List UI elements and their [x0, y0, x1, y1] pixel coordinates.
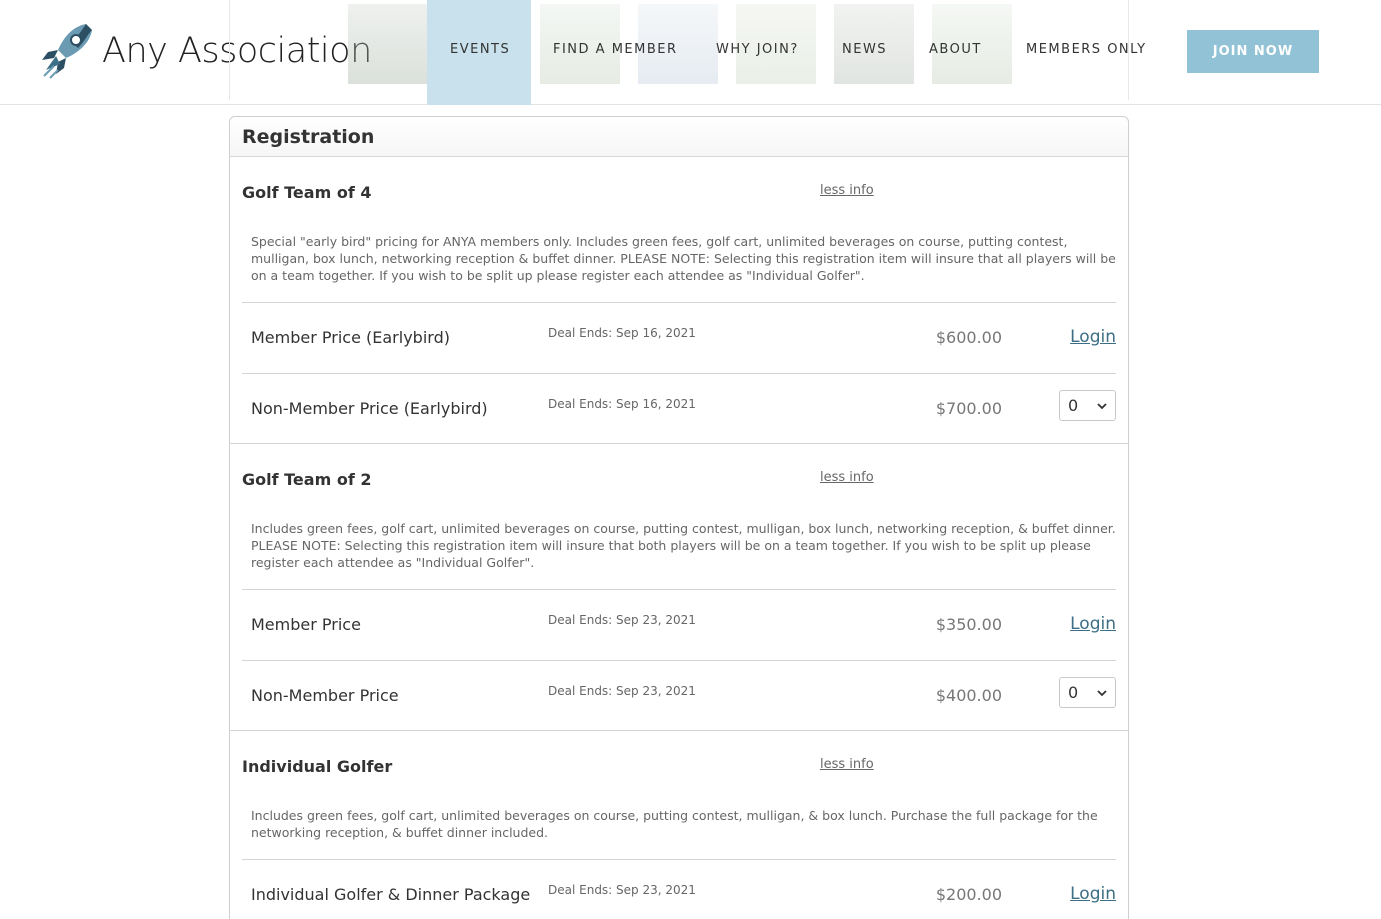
row-divider	[242, 859, 1116, 860]
registration-panel: Registration Golf Team of 4 less info Sp…	[229, 116, 1129, 919]
nav-events[interactable]: EVENTS	[450, 42, 510, 57]
deal-end-date: Deal Ends: Sep 16, 2021	[548, 397, 696, 411]
item-name: Non-Member Price	[251, 686, 399, 705]
item-price: $700.00	[935, 399, 1002, 418]
less-info-link[interactable]: less info	[820, 470, 874, 485]
logo[interactable]: Any Association	[38, 20, 372, 82]
login-link[interactable]: Login	[1070, 884, 1116, 904]
registration-section: Golf Team of 4 less info Special "early …	[230, 157, 1128, 444]
nav-find-a-member[interactable]: FIND A MEMBER	[553, 42, 678, 57]
logo-text: Any Association	[102, 31, 372, 71]
thumbnail-image	[348, 4, 428, 84]
item-price: $200.00	[935, 885, 1002, 904]
section-title: Individual Golfer	[242, 757, 393, 776]
row-divider	[242, 302, 1116, 303]
row-divider	[242, 589, 1116, 590]
item-name: Non-Member Price (Earlybird)	[251, 399, 488, 418]
nav-why-join[interactable]: WHY JOIN?	[716, 42, 799, 57]
quantity-select[interactable]: 0	[1059, 677, 1116, 708]
deal-end-date: Deal Ends: Sep 16, 2021	[548, 326, 696, 340]
row-divider	[242, 373, 1116, 374]
rocket-icon	[42, 24, 92, 79]
item-name: Individual Golfer & Dinner Package	[251, 885, 531, 904]
section-title: Golf Team of 2	[242, 470, 372, 489]
nav-news[interactable]: NEWS	[842, 42, 887, 57]
nav-about[interactable]: ABOUT	[929, 42, 982, 57]
chevron-down-icon	[1097, 402, 1107, 409]
deal-end-date: Deal Ends: Sep 23, 2021	[548, 684, 696, 698]
less-info-link[interactable]: less info	[820, 757, 874, 772]
panel-title: Registration	[242, 126, 375, 148]
item-price: $350.00	[935, 615, 1002, 634]
section-description: Includes green fees, golf cart, unlimite…	[251, 521, 1116, 570]
quantity-value: 0	[1068, 683, 1079, 702]
item-price: $400.00	[935, 686, 1002, 705]
registration-section: Individual Golfer less info Includes gre…	[230, 731, 1128, 919]
deal-end-date: Deal Ends: Sep 23, 2021	[548, 883, 696, 897]
item-name: Member Price	[251, 615, 361, 634]
row-divider	[242, 660, 1116, 661]
header-divider	[229, 0, 230, 100]
login-link[interactable]: Login	[1070, 614, 1116, 634]
nav-members-only[interactable]: MEMBERS ONLY	[1026, 42, 1147, 57]
panel-header: Registration	[230, 117, 1128, 157]
item-price: $600.00	[935, 328, 1002, 347]
item-name: Member Price (Earlybird)	[251, 328, 450, 347]
section-description: Special "early bird" pricing for ANYA me…	[251, 234, 1116, 283]
join-now-button[interactable]: JOIN NOW	[1187, 30, 1319, 73]
quantity-select[interactable]: 0	[1059, 390, 1116, 421]
registration-section: Golf Team of 2 less info Includes green …	[230, 444, 1128, 731]
deal-end-date: Deal Ends: Sep 23, 2021	[548, 613, 696, 627]
section-title: Golf Team of 4	[242, 183, 372, 202]
chevron-down-icon	[1097, 689, 1107, 696]
login-link[interactable]: Login	[1070, 327, 1116, 347]
quantity-value: 0	[1068, 396, 1079, 415]
section-description: Includes green fees, golf cart, unlimite…	[251, 808, 1098, 840]
site-header: Any Association EVENTS FIND A MEMBER WHY…	[0, 0, 1381, 105]
less-info-link[interactable]: less info	[820, 183, 874, 198]
